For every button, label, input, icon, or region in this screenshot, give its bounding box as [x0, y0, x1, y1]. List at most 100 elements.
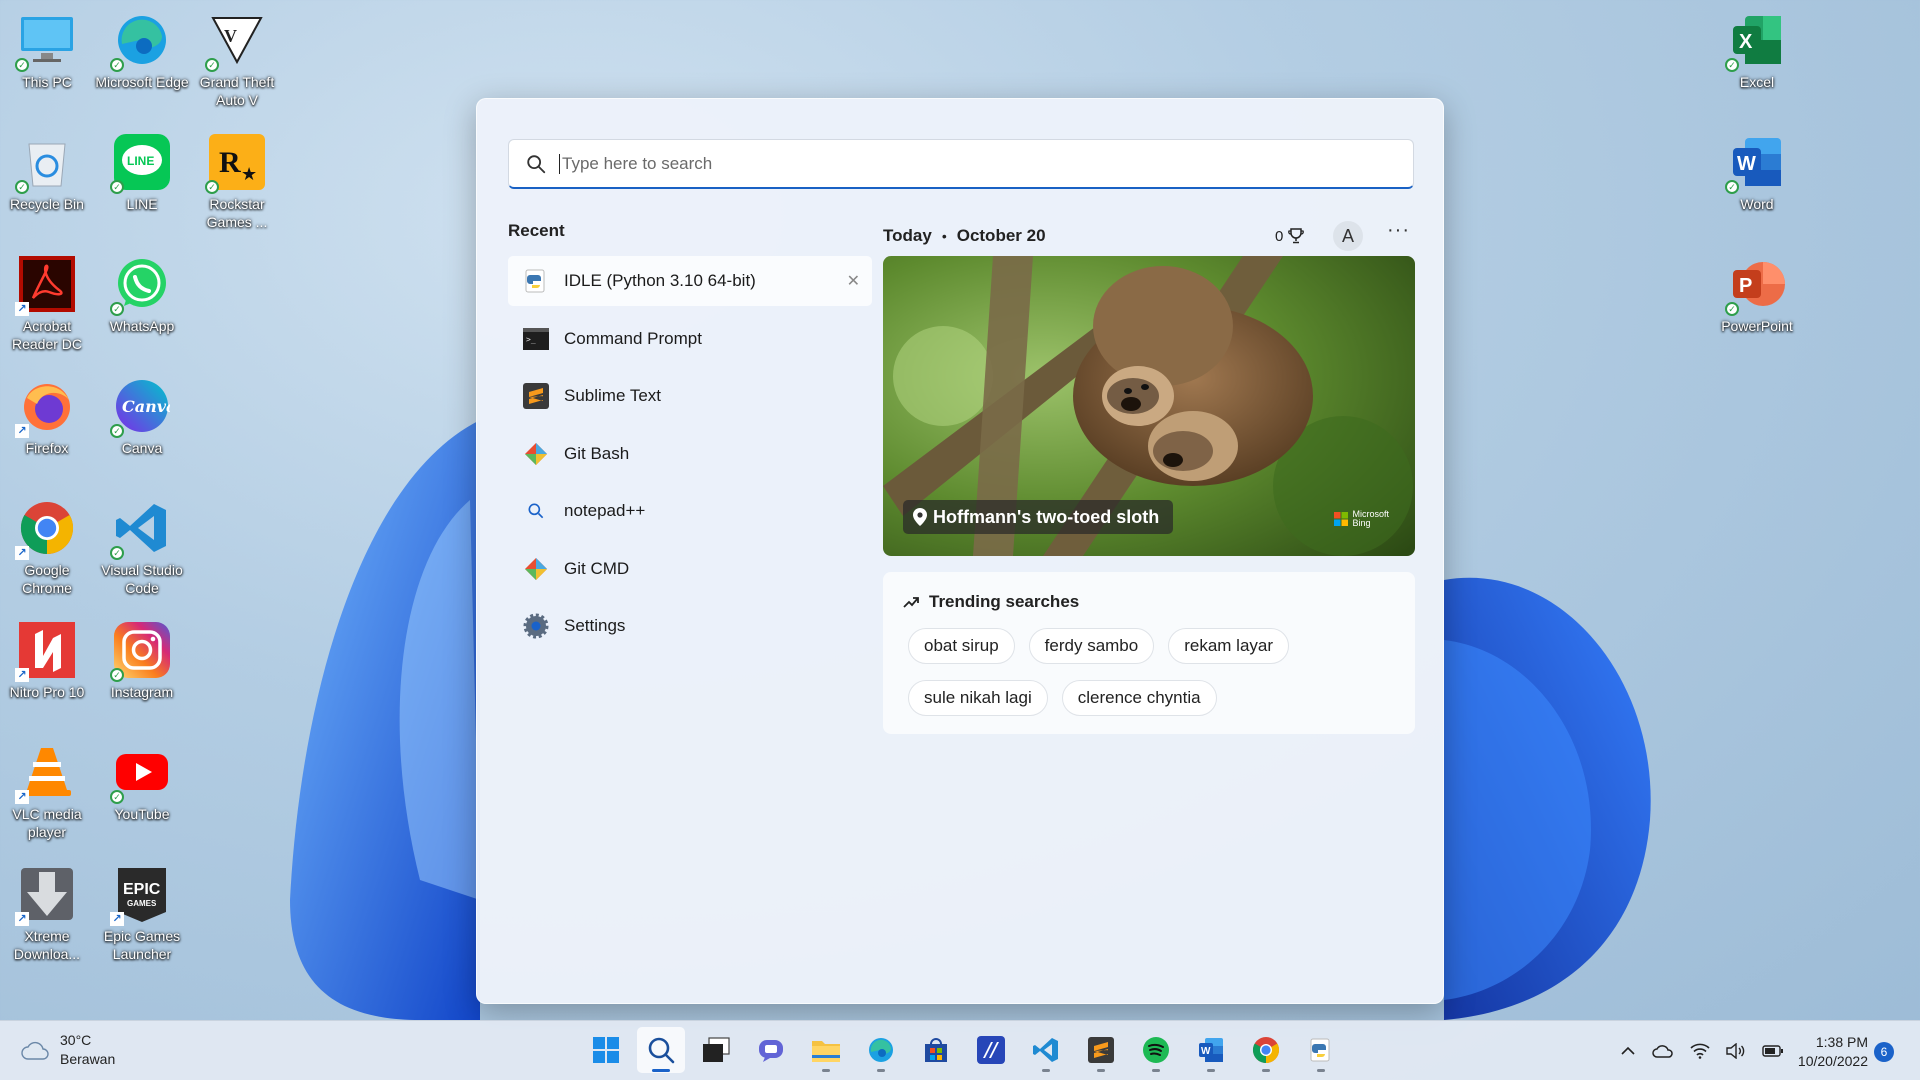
trending-chip[interactable]: clerence chyntia [1061, 680, 1217, 716]
desktop-icon-this-pc[interactable]: ✓ This PC [0, 10, 94, 91]
bing-image-card[interactable]: Hoffmann's two-toed sloth Microsoft Bing [883, 256, 1415, 556]
wifi-icon[interactable] [1690, 1043, 1710, 1059]
today-date: October 20 [956, 226, 1046, 245]
desktop-icon-powerpoint[interactable]: P ✓ PowerPoint [1710, 254, 1804, 335]
desktop-icon-instagram[interactable]: ✓ Instagram [95, 620, 189, 701]
desktop-icon-canva[interactable]: Canva ✓ Canva [95, 376, 189, 457]
desktop-icon-rockstar[interactable]: R ★ ✓ Rockstar Games ... [190, 132, 284, 231]
file-explorer-button[interactable] [802, 1027, 850, 1073]
desktop-icon-epic-games[interactable]: EPIC GAMES ↗ Epic Games Launcher [95, 864, 189, 963]
search-box[interactable] [508, 139, 1414, 189]
task-view-icon [703, 1037, 730, 1062]
desktop-icon-acrobat[interactable]: ↗ Acrobat Reader DC [0, 254, 94, 353]
desktop-icon-edge[interactable]: ✓ Microsoft Edge [95, 10, 189, 91]
rockstar-icon: R ★ ✓ [205, 132, 267, 194]
desktop-icon-label: PowerPoint [1721, 318, 1793, 334]
desktop-icon-whatsapp[interactable]: ✓ WhatsApp [95, 254, 189, 335]
teams-chat-button[interactable] [747, 1027, 795, 1073]
running-indicator [1262, 1069, 1270, 1072]
volume-icon[interactable] [1726, 1043, 1746, 1059]
python-idle-button[interactable] [1297, 1027, 1345, 1073]
python-idle-icon [522, 267, 550, 295]
svg-text:Canva: Canva [122, 397, 170, 416]
desktop-icon-gta-v[interactable]: V ✓ Grand Theft Auto V [190, 10, 284, 109]
account-avatar[interactable]: A [1333, 221, 1363, 251]
battery-icon[interactable] [1762, 1044, 1784, 1058]
today-header: Today • October 20 0 A ··· [883, 219, 1415, 251]
svg-text:P: P [1739, 275, 1752, 297]
edge-button[interactable] [857, 1027, 905, 1073]
recent-item-label: Git Bash [564, 443, 630, 463]
sync-check-icon: ✓ [110, 424, 124, 438]
weather-temp: 30°C [60, 1032, 92, 1048]
remove-recent-icon[interactable]: ✕ [847, 271, 860, 291]
desktop-icon-word[interactable]: W ✓ Word [1710, 132, 1804, 213]
trending-chip[interactable]: ferdy sambo [1028, 628, 1155, 664]
chrome-button[interactable] [1242, 1027, 1290, 1073]
microsoft-store-icon [925, 1038, 947, 1062]
task-view-button[interactable] [692, 1027, 740, 1073]
recent-item-idle[interactable]: IDLE (Python 3.10 64-bit) ✕ [508, 256, 872, 306]
sync-check-icon: ✓ [110, 58, 124, 72]
rewards-points[interactable]: 0 [1275, 227, 1305, 245]
trending-chip[interactable]: rekam layar [1168, 628, 1290, 664]
file-explorer-icon [812, 1041, 840, 1062]
image-caption[interactable]: Hoffmann's two-toed sloth [903, 500, 1174, 534]
xtreme-download-icon: ↗ [15, 864, 77, 926]
recent-item-notepad-plus-plus[interactable]: notepad++ [508, 486, 872, 536]
trending-heading-text: Trending searches [929, 592, 1080, 611]
more-options-button[interactable]: ··· [1387, 219, 1410, 242]
recent-item-sublime-text[interactable]: Sublime Text [508, 371, 872, 421]
recent-item-git-bash[interactable]: Git Bash [508, 429, 872, 479]
running-indicator [822, 1069, 830, 1072]
app-button[interactable] [967, 1027, 1015, 1073]
desktop-icon-recycle-bin[interactable]: ✓ Recycle Bin [0, 132, 94, 213]
powerpoint-icon: P ✓ [1725, 254, 1787, 316]
clock-date: 10/20/2022 [1797, 1053, 1868, 1069]
desktop-icon-label: Firefox [25, 440, 69, 456]
search-input[interactable] [559, 153, 1379, 174]
desktop-icon-vscode[interactable]: ✓ Visual Studio Code [95, 498, 189, 597]
svg-text:LINE: LINE [127, 154, 154, 168]
desktop-icon-nitro[interactable]: ↗ Nitro Pro 10 [0, 620, 94, 701]
clock[interactable]: 1:38 PM 10/20/2022 [1784, 1033, 1868, 1071]
cloud-icon [21, 1041, 49, 1060]
search-panel: Recent IDLE (Python 3.10 64-bit) ✕ >_ Co… [476, 98, 1444, 1004]
desktop-icon-youtube[interactable]: ✓ YouTube [95, 742, 189, 823]
show-hidden-icons-chevron-icon[interactable] [1620, 1045, 1636, 1057]
spotify-button[interactable] [1132, 1027, 1180, 1073]
instagram-icon: ✓ [110, 620, 172, 682]
sync-check-icon: ✓ [110, 546, 124, 560]
recent-item-git-cmd[interactable]: Git CMD [508, 544, 872, 594]
recent-item-command-prompt[interactable]: >_ Command Prompt [508, 314, 872, 364]
start-button[interactable] [582, 1027, 630, 1073]
settings-gear-icon [522, 612, 550, 640]
recent-item-label: Command Prompt [564, 328, 702, 348]
desktop-icon-label: Grand Theft Auto V [199, 74, 275, 108]
shortcut-arrow-icon: ↗ [15, 546, 29, 560]
canva-icon: Canva ✓ [110, 376, 172, 438]
vscode-button[interactable] [1022, 1027, 1070, 1073]
recent-item-label: Git CMD [564, 558, 630, 578]
desktop-icon-firefox[interactable]: ↗ Firefox [0, 376, 94, 457]
weather-widget[interactable]: 30°C Berawan [20, 1031, 115, 1069]
desktop-icon-chrome[interactable]: ↗ Google Chrome [0, 498, 94, 597]
trending-chip[interactable]: obat sirup [908, 628, 1015, 664]
desktop-icon-vlc[interactable]: ↗ VLC media player [0, 742, 94, 841]
recent-item-settings[interactable]: Settings [508, 601, 872, 651]
taskbar-search-button[interactable] [637, 1027, 685, 1073]
search-icon [527, 154, 546, 173]
sublime-button[interactable] [1077, 1027, 1125, 1073]
notification-badge[interactable]: 6 [1874, 1042, 1894, 1062]
microsoft-store-button[interactable] [912, 1027, 960, 1073]
microsoft-logo-icon [1334, 512, 1349, 526]
desktop-icon-excel[interactable]: X ✓ Excel [1710, 10, 1804, 91]
word-button[interactable]: W [1187, 1027, 1235, 1073]
running-indicator [877, 1069, 885, 1072]
onedrive-cloud-icon[interactable] [1652, 1043, 1674, 1059]
line-icon: LINE ✓ [110, 132, 172, 194]
desktop-icon-line[interactable]: LINE ✓ LINE [95, 132, 189, 213]
desktop-icon-xtreme-download[interactable]: ↗ Xtreme Downloa... [0, 864, 94, 963]
trending-chip[interactable]: sule nikah lagi [908, 680, 1048, 716]
rewards-points-value: 0 [1275, 227, 1284, 245]
